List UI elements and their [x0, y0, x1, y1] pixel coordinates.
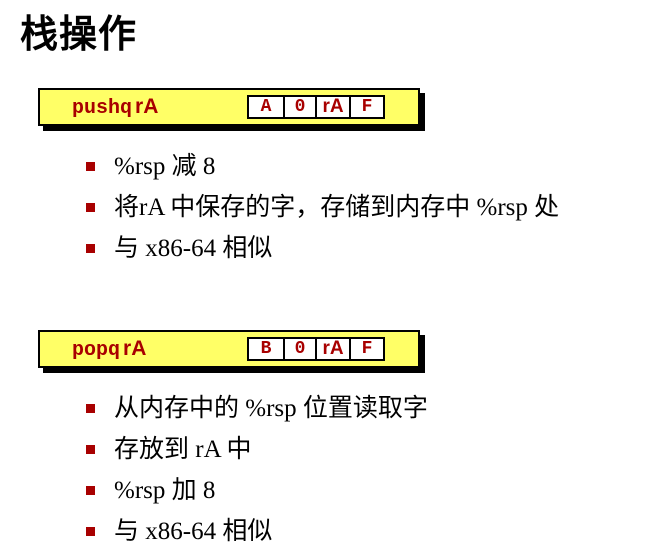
- bullet-marker: [86, 527, 95, 536]
- pushq-mnemonic: pushq: [72, 97, 133, 120]
- popq-encoding-ra: rA: [317, 339, 351, 359]
- pushq-operand: rA: [135, 95, 159, 118]
- popq-encoding-icode: B: [249, 339, 285, 359]
- bullet-marker: [86, 486, 95, 495]
- bullet-text: 与 x86-64 相似: [114, 235, 273, 262]
- pushq-instruction-box: pushq rA A 0 rA F: [38, 88, 420, 126]
- bullet-marker: [86, 203, 95, 212]
- popq-encoding-rb: F: [361, 339, 373, 359]
- bullet-marker: [86, 404, 95, 413]
- pushq-instruction-name: pushq rA: [72, 90, 158, 124]
- pushq-encoding-icode: A: [249, 97, 285, 117]
- bullet-text: 与 x86-64 相似: [114, 518, 273, 545]
- bullet-text: 从内存中的 %rsp 位置读取字: [114, 395, 428, 422]
- bullet-marker: [86, 244, 95, 253]
- bullet-text: %rsp 减 8: [114, 153, 216, 180]
- pushq-encoding-ifun: 0: [285, 97, 317, 117]
- popq-instruction-box: popq rA B 0 rA F: [38, 330, 420, 368]
- bullet-text: 存放到 rA 中: [114, 436, 252, 463]
- page-title: 栈操作: [20, 12, 138, 56]
- popq-encoding: B 0 rA F: [247, 337, 385, 361]
- pushq-encoding-rb: F: [361, 97, 373, 117]
- pushq-encoding: A 0 rA F: [247, 95, 385, 119]
- popq-operand: rA: [123, 337, 147, 360]
- bullet-text: %rsp 加 8: [114, 477, 216, 504]
- pushq-encoding-ra: rA: [317, 97, 351, 117]
- popq-mnemonic: popq: [72, 339, 121, 362]
- bullet-marker: [86, 445, 95, 454]
- bullet-marker: [86, 162, 95, 171]
- bullet-text: 将rA 中保存的字，存储到内存中 %rsp 处: [114, 194, 560, 221]
- popq-instruction-name: popq rA: [72, 332, 146, 366]
- popq-encoding-ifun: 0: [285, 339, 317, 359]
